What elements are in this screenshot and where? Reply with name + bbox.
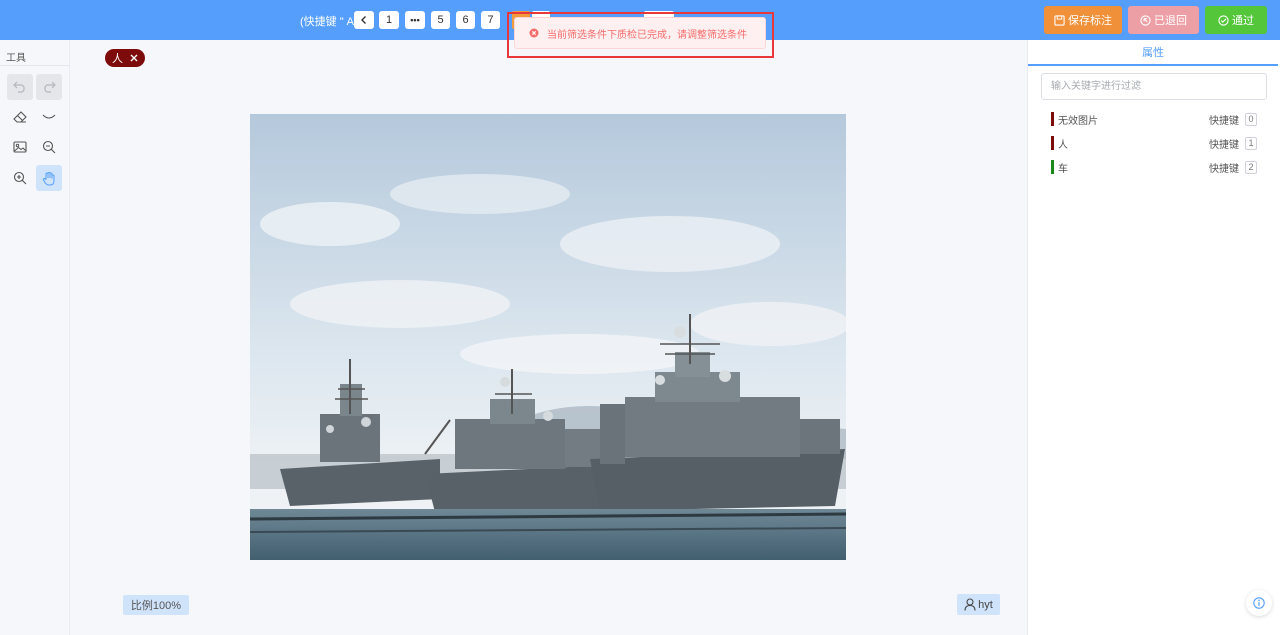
tag-chip-label: 人 — [112, 53, 123, 65]
undo-icon — [13, 81, 25, 93]
divider — [0, 65, 69, 66]
save-icon — [1054, 14, 1065, 26]
shortcut-label: 快捷键 — [1209, 115, 1239, 127]
image-button[interactable] — [7, 134, 33, 160]
alert-highlight-frame — [507, 12, 774, 58]
save-annotation-button[interactable]: 保存标注 — [1044, 6, 1122, 34]
pan-tool-button[interactable] — [36, 165, 62, 191]
help-button[interactable] — [1246, 590, 1272, 616]
annotation-image[interactable] — [250, 114, 846, 560]
ships-photo — [250, 114, 846, 560]
returned-label: 已退回 — [1154, 15, 1187, 27]
hand-pan-icon — [42, 171, 55, 185]
page-button-7[interactable]: 7 — [481, 11, 500, 29]
chevron-left-icon — [361, 16, 366, 24]
zoom-out-button[interactable] — [36, 134, 62, 160]
toggle-visibility-button[interactable] — [36, 104, 62, 130]
zoom-out-icon — [42, 140, 56, 154]
page-button-1[interactable]: 1 — [379, 11, 399, 29]
tool-panel-title: 工具 — [6, 53, 26, 64]
page-ellipsis-button[interactable]: ••• — [405, 11, 425, 29]
close-icon[interactable] — [130, 54, 138, 62]
redo-button[interactable] — [36, 74, 62, 100]
shortcut-label: 快捷键 — [1209, 163, 1239, 175]
undo-button[interactable] — [7, 74, 33, 100]
page-button-6[interactable]: 6 — [456, 11, 475, 29]
user-name: hyt — [978, 598, 993, 611]
eraser-button[interactable] — [7, 104, 33, 130]
label-item-invalid-image[interactable]: 无效图片 快捷键 0 — [1051, 111, 1257, 127]
returned-button[interactable]: 已退回 — [1128, 6, 1199, 34]
return-icon — [1140, 14, 1151, 26]
user-icon — [964, 598, 976, 611]
pass-button[interactable]: 通过 — [1205, 6, 1267, 34]
save-label: 保存标注 — [1068, 15, 1112, 27]
image-icon — [13, 141, 27, 153]
zoom-in-icon — [13, 171, 27, 185]
shortcut-key: 2 — [1245, 160, 1257, 174]
user-badge: hyt — [957, 594, 1000, 615]
zoom-in-button[interactable] — [7, 165, 33, 191]
page-button-5[interactable]: 5 — [431, 11, 450, 29]
label-color-bar — [1051, 112, 1054, 126]
label-name: 车 — [1058, 163, 1068, 175]
label-name: 人 — [1058, 139, 1068, 151]
check-circle-icon — [1218, 14, 1229, 26]
label-name: 无效图片 — [1058, 115, 1098, 127]
prev-page-button[interactable] — [354, 11, 374, 29]
redo-icon — [44, 81, 56, 93]
label-item-person[interactable]: 人 快捷键 1 — [1051, 135, 1257, 151]
zoom-ratio-label: 比例100% — [123, 595, 189, 615]
eye-closed-icon — [42, 114, 56, 119]
pass-label: 通过 — [1232, 15, 1254, 27]
label-color-bar — [1051, 160, 1054, 174]
label-item-car[interactable]: 车 快捷键 2 — [1051, 159, 1257, 175]
label-filter-input[interactable] — [1041, 73, 1267, 100]
tab-attributes[interactable]: 属性 — [1028, 40, 1278, 66]
shortcut-label: 快捷键 — [1209, 139, 1239, 151]
label-color-bar — [1051, 136, 1054, 150]
tool-panel: 工具 — [0, 40, 70, 635]
attribute-panel: 属性 无效图片 快捷键 0 人 快捷键 1 车 快捷键 2 — [1027, 40, 1280, 635]
eraser-icon — [13, 111, 27, 123]
shortcut-key: 0 — [1245, 112, 1257, 126]
shortcut-key: 1 — [1245, 136, 1257, 150]
selected-tag-chip[interactable]: 人 — [105, 49, 145, 67]
info-icon — [1253, 597, 1265, 609]
